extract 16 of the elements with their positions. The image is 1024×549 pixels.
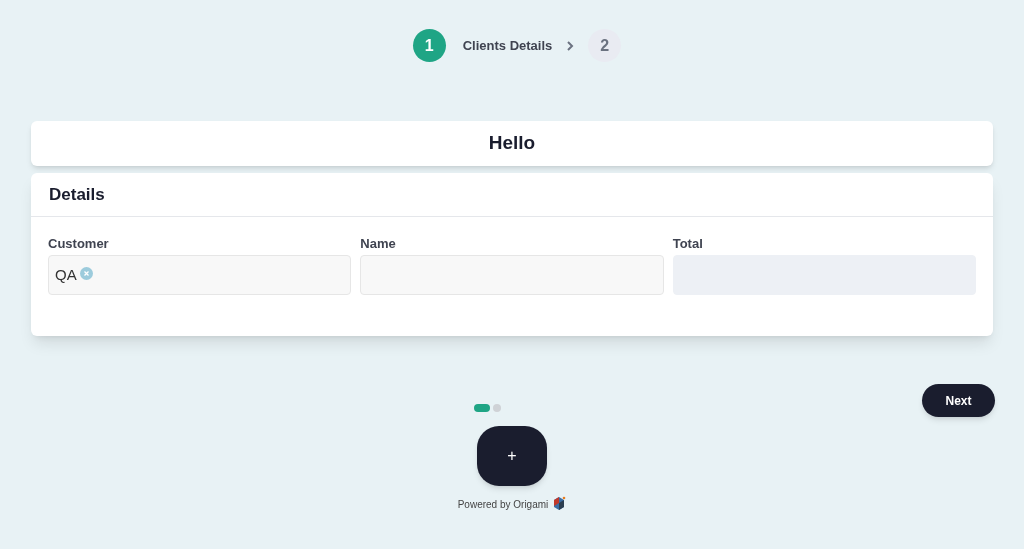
chevron-icon [565,39,576,52]
next-button[interactable]: Next [922,384,995,417]
footer-text: Powered by Origami [457,497,549,512]
remove-icon[interactable] [79,267,93,280]
tag-field[interactable]: QA [48,255,352,295]
field-label: Customer [48,235,110,250]
add-button[interactable]: + [477,426,547,486]
card-title: Hello [488,131,536,156]
step-label: Clients Details [462,36,553,55]
input-field[interactable] [360,255,664,295]
logo-icon [552,496,567,512]
field-label: Name [360,235,397,250]
field-label: Total [672,235,704,250]
step-number[interactable]: 2 [588,29,622,62]
tag-text: QA [55,264,77,285]
section-title: Details [49,183,105,206]
